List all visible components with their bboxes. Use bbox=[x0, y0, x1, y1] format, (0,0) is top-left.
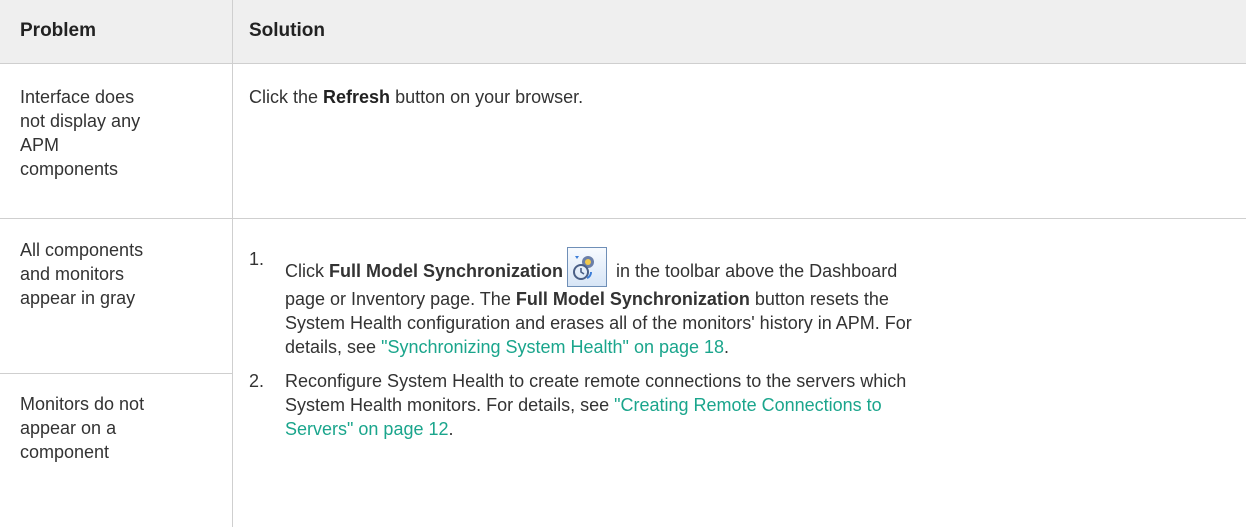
solution-cell: Click the Refresh button on your browser… bbox=[249, 85, 583, 109]
step-bold: Full Model Synchronization bbox=[329, 261, 563, 281]
step-item: 1. Click Full Model Synchronization in t… bbox=[249, 247, 1229, 359]
solution-bold: Refresh bbox=[323, 87, 391, 107]
row-divider bbox=[0, 373, 232, 374]
step-text: . bbox=[724, 337, 730, 357]
problem-line: appear in gray bbox=[20, 288, 136, 308]
problem-cell: Interface does not display any APM compo… bbox=[20, 85, 220, 181]
problem-line: and monitors bbox=[20, 264, 125, 284]
step-line: details, see "Synchronizing System Healt… bbox=[285, 335, 1229, 359]
step-number: 1. bbox=[249, 249, 265, 269]
step-text: details, see bbox=[285, 337, 382, 357]
problem-line: Monitors do not bbox=[20, 394, 145, 414]
creating-remote-connections-link[interactable]: "Creating Remote Connections to bbox=[614, 395, 882, 415]
column-divider bbox=[232, 0, 233, 527]
step-bold: Full Model Synchronization bbox=[515, 289, 750, 309]
troubleshooting-table: Problem Solution Interface does not disp… bbox=[0, 0, 1246, 527]
problem-line: component bbox=[20, 442, 110, 462]
step-line: System Health configuration and erases a… bbox=[285, 313, 912, 333]
header-problem: Problem bbox=[20, 20, 97, 41]
row-divider bbox=[0, 218, 1246, 219]
step-line: page or Inventory page. The Full Model S… bbox=[285, 287, 1229, 311]
solution-steps: 1. Click Full Model Synchronization in t… bbox=[249, 247, 1229, 441]
step-line: Click Full Model Synchronization in the … bbox=[285, 247, 1229, 287]
problem-line: APM bbox=[20, 135, 60, 155]
full-model-synchronization-icon[interactable] bbox=[567, 247, 607, 287]
table-header: Problem Solution bbox=[0, 0, 1246, 64]
step-number: 2. bbox=[249, 371, 265, 391]
step-text: in the toolbar above the Dashboard bbox=[611, 261, 898, 281]
step-text: System Health monitors. For details, see bbox=[285, 395, 615, 415]
solution-text: button on your browser. bbox=[390, 87, 584, 107]
step-line: Reconfigure System Health to create remo… bbox=[285, 371, 907, 391]
problem-cell: All components and monitors appear in gr… bbox=[20, 238, 220, 310]
problem-line: appear on a bbox=[20, 418, 117, 438]
problem-line: not display any bbox=[20, 111, 141, 131]
step-line: Servers" on page 12. bbox=[285, 417, 1229, 441]
step-text: button resets the bbox=[749, 289, 889, 309]
problem-line: components bbox=[20, 159, 119, 179]
solution-text: Click the bbox=[249, 87, 324, 107]
step-text: Click bbox=[285, 261, 329, 281]
synchronizing-system-health-link[interactable]: "Synchronizing System Health" on page 18 bbox=[381, 337, 724, 357]
step-text: . bbox=[448, 419, 454, 439]
problem-line: All components bbox=[20, 240, 144, 260]
step-item: 2. Reconfigure System Health to create r… bbox=[249, 369, 1229, 441]
step-text: page or Inventory page. The bbox=[285, 289, 516, 309]
header-solution: Solution bbox=[249, 20, 325, 41]
creating-remote-connections-link[interactable]: Servers" on page 12 bbox=[285, 419, 449, 439]
problem-line: Interface does bbox=[20, 87, 135, 107]
problem-cell: Monitors do not appear on a component bbox=[20, 392, 220, 464]
step-line: System Health monitors. For details, see… bbox=[285, 393, 1229, 417]
